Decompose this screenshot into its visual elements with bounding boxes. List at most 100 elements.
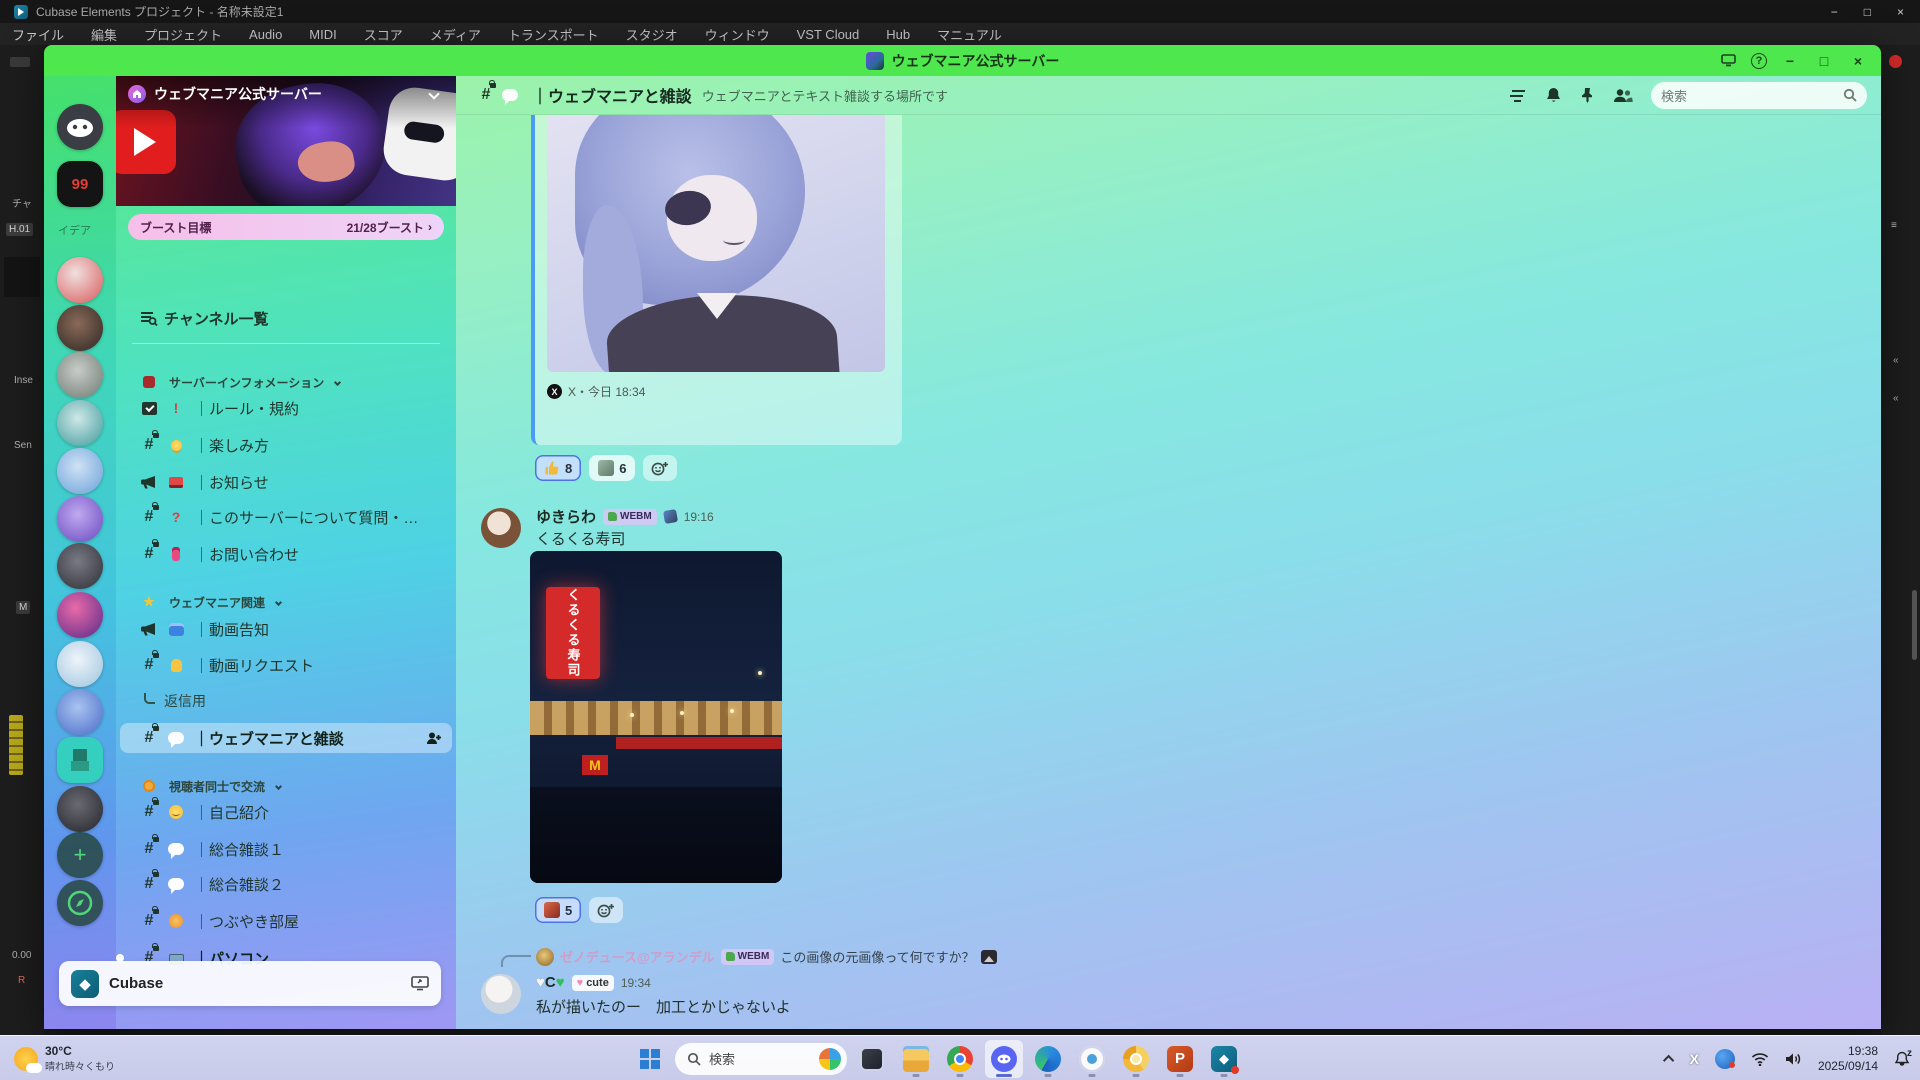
tray-app-icon[interactable]	[1715, 1049, 1735, 1069]
server-icon[interactable]	[57, 786, 103, 832]
channel-general-1[interactable]: # ｜総合雑談１	[120, 834, 452, 864]
channel-self-intro[interactable]: # ｜自己紹介	[120, 797, 452, 827]
embed-image[interactable]	[547, 115, 885, 372]
cubase-mute-button[interactable]: M	[16, 601, 30, 614]
tray-overflow-chevron-icon[interactable]	[1663, 1054, 1674, 1065]
channel-announcements[interactable]: ｜お知らせ	[120, 467, 452, 497]
discord-minimize-button[interactable]: −	[1779, 50, 1801, 72]
cubase-minimize-button[interactable]: −	[1831, 5, 1838, 19]
collapse-arrows[interactable]: «	[1893, 355, 1899, 366]
wifi-icon[interactable]	[1751, 1052, 1769, 1066]
menu-score[interactable]: スコア	[364, 25, 403, 44]
discord-titlebar[interactable]: ウェブマニア公式サーバー ? − □ ×	[44, 45, 1881, 76]
user-avatar-yukirawa[interactable]	[481, 508, 521, 548]
menu-vstcloud[interactable]: VST Cloud	[797, 27, 860, 42]
server-icon[interactable]	[57, 592, 103, 638]
server-icon[interactable]	[57, 257, 103, 303]
x-tray-icon[interactable]: X	[1690, 1051, 1699, 1067]
channel-webmania-chat-selected[interactable]: # ｜ウェブマニアと雑談	[120, 723, 452, 753]
menu-transport[interactable]: トランスポート	[508, 25, 599, 44]
server-banner[interactable]: ウェブマニア公式サーバー	[116, 76, 456, 206]
white-app-icon[interactable]	[1073, 1040, 1111, 1078]
create-invite-icon[interactable]	[426, 731, 442, 745]
menu-manual[interactable]: マニュアル	[937, 25, 1002, 44]
task-view-button[interactable]	[853, 1040, 891, 1078]
sushi-video-attachment[interactable]: くるくる寿司 M	[530, 551, 782, 883]
server-icon-home[interactable]	[57, 104, 103, 150]
user-avatar-c[interactable]	[481, 974, 521, 1014]
server-dropdown-chevron-icon[interactable]	[428, 88, 439, 99]
add-reaction-button[interactable]	[643, 455, 677, 481]
channel-murmur-room[interactable]: # ｜つぶやき部屋	[120, 906, 452, 936]
edge-icon[interactable]	[1029, 1040, 1067, 1078]
pinned-messages-icon[interactable]	[1580, 87, 1595, 103]
channel-rules[interactable]: ! ｜ルール・規約	[120, 393, 452, 423]
username-hearts[interactable]: ♥C♥	[536, 974, 565, 991]
channel-server-questions[interactable]: # ? ｜このサーバーについて質問・…	[120, 502, 452, 532]
server-icon[interactable]	[57, 543, 103, 589]
server-icon[interactable]	[57, 448, 103, 494]
server-icon[interactable]	[57, 689, 103, 735]
threads-icon[interactable]	[1509, 87, 1527, 103]
menu-window[interactable]: ウィンドウ	[705, 25, 770, 44]
search-input[interactable]: 検索	[1651, 82, 1867, 109]
popout-monitor-icon[interactable]	[1717, 50, 1739, 72]
menu-midi[interactable]: MIDI	[309, 27, 336, 42]
server-icon-99[interactable]: 99	[57, 161, 103, 207]
reaction-thumbsup[interactable]: 8	[535, 455, 581, 481]
category-webmania[interactable]: ★ ウェブマニア関連	[120, 587, 452, 617]
discord-maximize-button[interactable]: □	[1813, 50, 1835, 72]
start-button[interactable]	[631, 1040, 669, 1078]
menu-media[interactable]: メディア	[430, 25, 481, 44]
thread-reply[interactable]: 返信用	[120, 686, 452, 716]
server-icon[interactable]	[57, 496, 103, 542]
explore-servers-button[interactable]	[57, 880, 103, 926]
reaction-custom-sushi[interactable]: 5	[535, 897, 581, 923]
menu-hub[interactable]: Hub	[886, 27, 910, 42]
help-icon[interactable]: ?	[1751, 53, 1767, 69]
channel-video-request[interactable]: # ｜動画リクエスト	[120, 650, 452, 680]
activity-card-cubase[interactable]: ◆ Cubase	[59, 961, 441, 1006]
channel-how-to-enjoy[interactable]: # ｜楽しみ方	[120, 430, 452, 460]
menu-edit[interactable]: 編集	[91, 25, 117, 44]
cubase-scrollbar[interactable]	[1912, 590, 1917, 660]
menu-file[interactable]: ファイル	[12, 25, 64, 44]
channel-general-2[interactable]: # ｜総合雑談２	[120, 869, 452, 899]
menu-project[interactable]: プロジェクト	[144, 25, 222, 44]
discord-taskbar-icon[interactable]	[985, 1040, 1023, 1078]
reply-username[interactable]: ゼノデュース@アランデル	[560, 947, 715, 966]
server-icon-pixel[interactable]	[57, 737, 103, 783]
add-server-button[interactable]: +	[57, 832, 103, 878]
cubase-taskbar-icon[interactable]: ◆	[1205, 1040, 1243, 1078]
channel-topic[interactable]: ウェブマニアとテキスト雑談する場所です	[702, 86, 948, 105]
add-reaction-button[interactable]	[589, 897, 623, 923]
powerpoint-icon[interactable]: P	[1161, 1040, 1199, 1078]
cubase-close-button[interactable]: ×	[1897, 5, 1904, 19]
discord-close-button[interactable]: ×	[1847, 50, 1869, 72]
server-header[interactable]: ウェブマニア公式サーバー	[128, 84, 444, 104]
taskbar-search[interactable]: 検索	[675, 1043, 847, 1075]
menu-studio[interactable]: スタジオ	[626, 25, 678, 44]
notifications-bell-icon[interactable]	[1545, 87, 1562, 104]
weather-widget[interactable]: 30°C 晴れ時々くもり	[6, 1036, 123, 1080]
server-icon[interactable]	[57, 641, 103, 687]
username[interactable]: ゆきらわ	[536, 506, 596, 527]
member-list-icon[interactable]	[1613, 88, 1633, 103]
reaction-custom-kami[interactable]: 6	[589, 455, 635, 481]
stream-icon[interactable]	[411, 976, 429, 991]
volume-icon[interactable]	[1785, 1052, 1802, 1066]
menu-audio[interactable]: Audio	[249, 27, 282, 42]
channel-video-announce[interactable]: ｜動画告知	[120, 614, 452, 644]
channel-contact[interactable]: # ｜お問い合わせ	[120, 539, 452, 569]
server-icon[interactable]	[57, 305, 103, 351]
chrome-canary-icon[interactable]	[1117, 1040, 1155, 1078]
browse-channels[interactable]: チャンネル一覧	[120, 303, 452, 333]
reply-context[interactable]: ゼノデュース@アランデル WEBM この画像の元画像って何ですか？	[536, 947, 997, 966]
collapse-arrows[interactable]: «	[1893, 393, 1899, 404]
taskbar-clock[interactable]: 19:38 2025/09/14	[1818, 1044, 1878, 1074]
server-icon[interactable]	[57, 352, 103, 398]
focus-assist-bell-icon[interactable]: z	[1894, 1051, 1910, 1067]
boost-goal-bar[interactable]: ブースト目標 21/28ブースト ›	[128, 214, 444, 240]
chrome-icon[interactable]	[941, 1040, 979, 1078]
cubase-maximize-button[interactable]: □	[1864, 5, 1871, 19]
